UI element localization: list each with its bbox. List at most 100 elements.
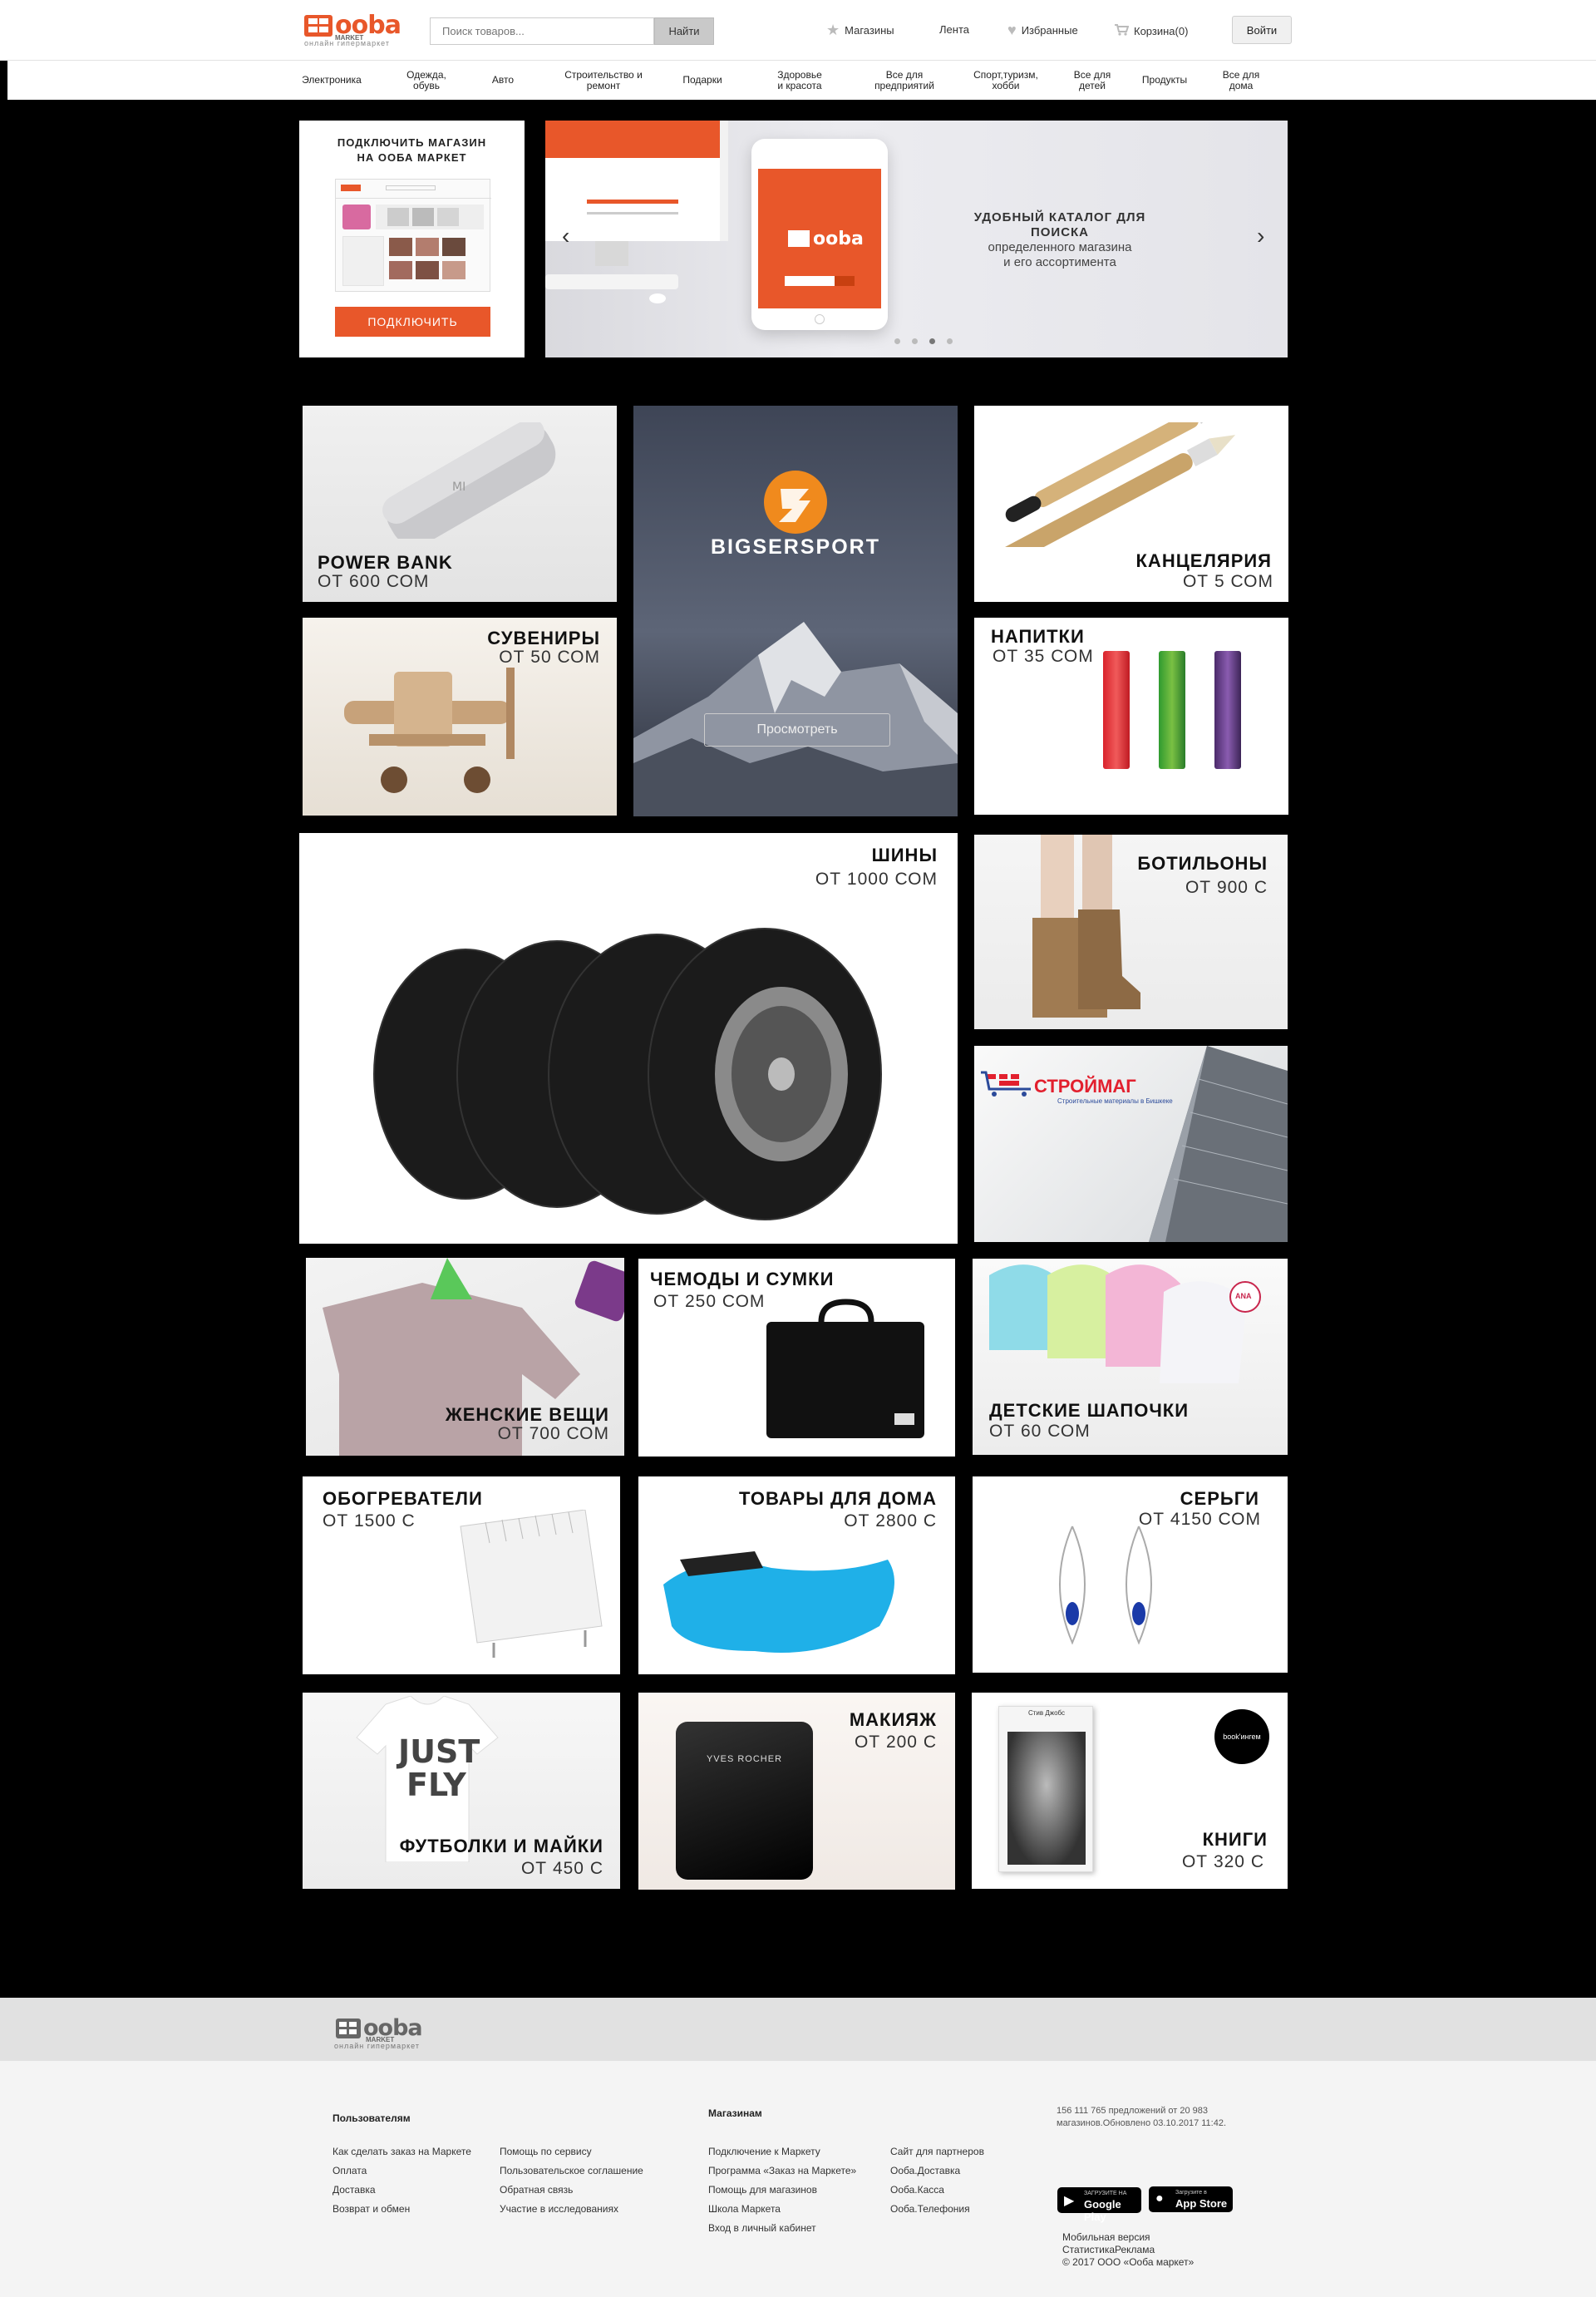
- tile-title: ФУТБОЛКИ И МАЙКИ: [399, 1836, 603, 1856]
- slider-dot[interactable]: [929, 338, 935, 344]
- tile-price: ОТ 60 СОМ: [989, 1422, 1091, 1441]
- tile-souvenirs[interactable]: СУВЕНИРЫ ОТ 50 СОМ: [303, 618, 617, 816]
- cart-link[interactable]: Корзина(0): [1114, 23, 1188, 38]
- footer-link[interactable]: Оплата: [332, 2165, 367, 2176]
- search-button[interactable]: Найти: [654, 17, 714, 45]
- footer-link[interactable]: Вход в личный кабинет: [708, 2222, 816, 2234]
- tile-powerbank[interactable]: MI POWER BANK ОТ 600 СОМ: [303, 406, 617, 602]
- cart-icon: [1114, 23, 1130, 38]
- login-button[interactable]: Войти: [1232, 16, 1292, 44]
- favorites-link[interactable]: ♥ Избранные: [1007, 22, 1078, 37]
- slider-prev-arrow-icon[interactable]: ‹: [562, 224, 569, 248]
- slider-dot[interactable]: [947, 338, 953, 344]
- bigsersport-view-button[interactable]: Просмотреть: [704, 713, 890, 747]
- tile-title: СЕРЬГИ: [1180, 1488, 1259, 1509]
- footer-link[interactable]: Программа «Заказ на Маркете»: [708, 2165, 856, 2176]
- book-cover-title: Стив Джобс: [1027, 1709, 1066, 1717]
- tires-image: [373, 928, 882, 1220]
- skyscraper-image: [1149, 1046, 1288, 1242]
- footer-stats-ads-link[interactable]: СтатистикаРеклама: [1062, 2244, 1155, 2255]
- feed-link-label: Лента: [939, 23, 969, 36]
- tile-tires[interactable]: ШИНЫ ОТ 1000 СОМ: [299, 833, 958, 1244]
- connect-store-button[interactable]: ПОДКЛЮЧИТЬ: [335, 307, 490, 337]
- category-sport[interactable]: Спорт,туризм, хобби: [966, 61, 1046, 100]
- footer-link[interactable]: Помощь для магазинов: [708, 2184, 817, 2196]
- footer-link[interactable]: Ооба.Доставка: [890, 2165, 960, 2176]
- tile-makeup[interactable]: YVES ROCHER МАКИЯЖ ОТ 200 С: [638, 1693, 955, 1890]
- footer-link[interactable]: Доставка: [332, 2184, 376, 2196]
- tile-drinks[interactable]: НАПИТКИ ОТ 35 СОМ: [974, 618, 1288, 815]
- app-store-button[interactable]: ● Загрузите в App Store: [1149, 2186, 1233, 2212]
- tile-heaters[interactable]: ОБОГРЕВАТЕЛИ ОТ 1500 С: [303, 1476, 620, 1674]
- tile-price: ОТ 700 СОМ: [497, 1424, 609, 1443]
- tile-bigsersport[interactable]: BIGSERSPORT Просмотреть: [633, 406, 958, 816]
- connect-store-title: ПОДКЛЮЧИТЬ МАГАЗИН НА ООБА МАРКЕТ: [337, 136, 487, 164]
- footer-link[interactable]: Как сделать заказ на Маркете: [332, 2146, 471, 2157]
- app-store-small: Загрузите в: [1175, 2190, 1207, 2196]
- footer-link[interactable]: Участие в исследованиях: [500, 2203, 618, 2215]
- slide-caption: УДОБНЫЙ КАТАЛОГ ДЛЯ ПОИСКА определенного…: [948, 210, 1172, 270]
- category-kids[interactable]: Все для детей: [1064, 61, 1121, 100]
- category-enterprise[interactable]: Все для предприятий: [864, 61, 944, 100]
- hats-image: [989, 1264, 1261, 1383]
- app-store-label: App Store: [1175, 2197, 1228, 2210]
- tile-home-goods[interactable]: ТОВАРЫ ДЛЯ ДОМА ОТ 2800 С: [638, 1476, 955, 1674]
- category-nav: Электроника Одежда, обувь Авто Строитель…: [0, 61, 1596, 100]
- svg-text:FLY: FLY: [406, 1767, 466, 1803]
- tile-tshirts[interactable]: JUST FLY ФУТБОЛКИ И МАЙКИ ОТ 450 С: [303, 1693, 620, 1889]
- footer-link[interactable]: Ооба.Телефония: [890, 2203, 970, 2215]
- tile-women[interactable]: ЖЕНСКИЕ ВЕЩИ ОТ 700 СОМ: [306, 1258, 624, 1456]
- slide-caption-line1: УДОБНЫЙ КАТАЛОГ ДЛЯ ПОИСКА: [973, 210, 1146, 239]
- tile-price: ОТ 50 СОМ: [499, 648, 600, 667]
- footer-copyright: © 2017 ООО «Ооба маркет»: [1062, 2256, 1195, 2268]
- tile-title: POWER BANK: [318, 552, 453, 573]
- category-auto[interactable]: Авто: [482, 61, 524, 100]
- tablet-image: ooba: [751, 139, 888, 330]
- category-electronics[interactable]: Электроника: [295, 61, 368, 100]
- heater-image: [460, 1510, 603, 1658]
- category-construction[interactable]: Строительство и ремонт: [557, 61, 650, 100]
- tile-title: НАПИТКИ: [991, 626, 1085, 647]
- category-gifts[interactable]: Подарки: [672, 61, 733, 100]
- book-cover-image: Стив Джобс: [998, 1706, 1093, 1872]
- footer-link[interactable]: Пользовательское соглашение: [500, 2165, 643, 2176]
- tile-price: ОТ 900 С: [1185, 878, 1268, 897]
- tile-bags[interactable]: ЧЕМОДЫ И СУМКИ ОТ 250 СОМ: [638, 1259, 955, 1457]
- footer-link[interactable]: Подключение к Маркету: [708, 2146, 820, 2157]
- footer-link[interactable]: Возврат и обмен: [332, 2203, 410, 2215]
- tile-title: ОБОГРЕВАТЕЛИ: [323, 1488, 483, 1509]
- footer-link[interactable]: Школа Маркета: [708, 2203, 781, 2215]
- slide-caption-line2: определенного магазина: [988, 240, 1132, 254]
- svg-text:MI: MI: [452, 481, 466, 494]
- google-play-button[interactable]: ▶ ЗАГРУЗИТЕ НА Google Play: [1057, 2187, 1141, 2223]
- slider-dot[interactable]: [894, 338, 900, 344]
- tile-title: БОТИЛЬОНЫ: [1137, 853, 1268, 874]
- bookingem-logo: book'ингем: [1214, 1709, 1269, 1764]
- slider-dot[interactable]: [912, 338, 918, 344]
- search-input[interactable]: [430, 17, 654, 45]
- star-icon: ★: [826, 22, 840, 38]
- tile-price: ОТ 1500 С: [323, 1511, 416, 1531]
- footer-link[interactable]: Ооба.Касса: [890, 2184, 944, 2196]
- tile-stroimag[interactable]: СТРОЙМАГ Строительные материалы в Бишкек…: [974, 1046, 1288, 1242]
- category-health-beauty[interactable]: Здоровье и красота: [760, 61, 840, 100]
- stores-link[interactable]: ★ Магазины: [826, 22, 894, 38]
- footer-link[interactable]: Обратная связь: [500, 2184, 573, 2196]
- lazy-sofa-image: [663, 1551, 894, 1653]
- category-home[interactable]: Все для дома: [1214, 61, 1268, 100]
- tile-boots[interactable]: БОТИЛЬОНЫ ОТ 900 С: [974, 835, 1288, 1029]
- category-clothing[interactable]: Одежда, обувь: [399, 61, 454, 100]
- tile-books[interactable]: Стив Джобс book'ингем КНИГИ ОТ 320 С: [972, 1693, 1288, 1889]
- footer-mobile-link[interactable]: Мобильная версия: [1062, 2231, 1150, 2243]
- slider-next-arrow-icon[interactable]: ›: [1257, 224, 1264, 248]
- footer-link[interactable]: Помощь по сервису: [500, 2146, 592, 2157]
- powerbank-image: MI: [382, 422, 556, 539]
- feed-link[interactable]: Лента: [939, 23, 969, 36]
- tile-earrings[interactable]: СЕРЬГИ ОТ 4150 СОМ: [973, 1476, 1288, 1673]
- category-food[interactable]: Продукты: [1135, 61, 1195, 100]
- site-footer: Пользователям Как сделать заказ на Марке…: [0, 2061, 1596, 2297]
- tile-hats[interactable]: ANA ДЕТСКИЕ ШАПОЧКИ ОТ 60 СОМ: [973, 1259, 1288, 1455]
- footer-link[interactable]: Сайт для партнеров: [890, 2146, 984, 2157]
- promo-slider: ooba УДОБНЫЙ КАТАЛОГ ДЛЯ ПОИСКА определе…: [545, 121, 1288, 357]
- tile-stationery[interactable]: КАНЦЕЛЯРИЯ ОТ 5 СОМ: [974, 406, 1288, 602]
